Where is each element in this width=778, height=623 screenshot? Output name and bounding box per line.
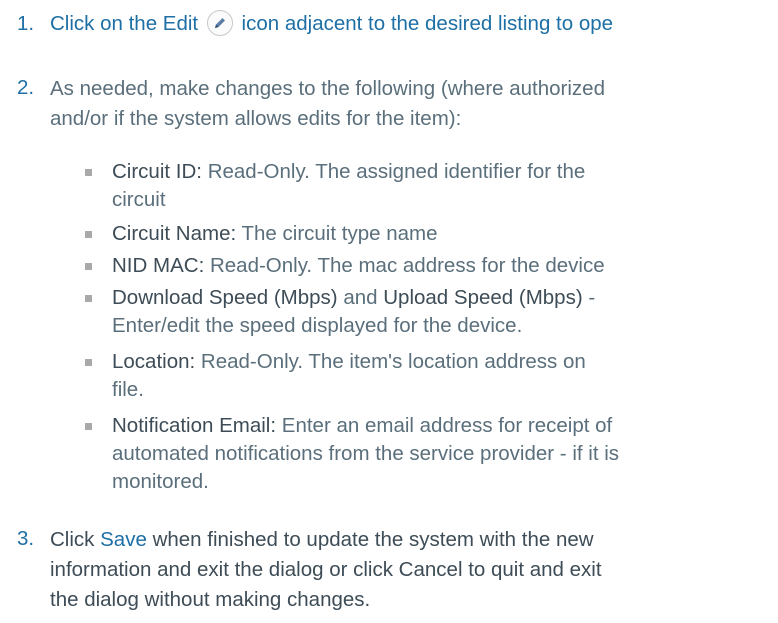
save-link[interactable]: Save (100, 528, 147, 551)
field-desc: Enter/edit the speed displayed for the d… (112, 314, 523, 337)
step-number: 2. (17, 76, 35, 99)
bullet-marker (85, 295, 92, 302)
field-separator: : (189, 350, 196, 373)
bullet-marker (85, 231, 92, 238)
bullet-marker (85, 169, 92, 176)
field-term: Circuit ID (112, 160, 197, 183)
step-text-line: the dialog without making changes. (50, 588, 371, 611)
field-desc: monitored. (112, 470, 209, 493)
step-text-before-icon: Click on the Edit (50, 12, 199, 35)
field-desc: circuit (112, 188, 166, 211)
step-number: 3. (17, 527, 35, 550)
field-description: Circuit Name: The circuit type name (112, 220, 437, 248)
field-term: Notification Email (112, 414, 271, 437)
field-desc: Read-Only. The assigned identifier for t… (207, 160, 586, 183)
field-separator: - (588, 286, 596, 309)
step-text-segment: when finished to update the system with … (152, 528, 594, 551)
step-text-line: and/or if the system allows edits for th… (50, 107, 462, 130)
bullet-marker (85, 423, 92, 430)
field-desc: automated notifications from the service… (112, 442, 620, 465)
step-text-after-icon: icon adjacent to the desired listing to … (241, 12, 614, 35)
field-desc: file. (112, 378, 144, 401)
step-text: Click Save when finished to update the s… (50, 525, 602, 615)
field-separator: : (230, 222, 237, 245)
field-desc: Read-Only. The mac address for the devic… (209, 254, 605, 277)
field-term: Download Speed (Mbps) (112, 286, 338, 309)
step-number: 1. (17, 12, 35, 35)
pencil-icon (206, 10, 233, 36)
field-description: Download Speed (Mbps) and Upload Speed (… (112, 284, 595, 340)
field-separator: : (198, 254, 205, 277)
field-desc: Read-Only. The item's location address o… (200, 350, 586, 373)
field-separator: : (270, 414, 277, 437)
field-desc: Enter an email address for receipt of (281, 414, 613, 437)
field-description: NID MAC: Read-Only. The mac address for … (112, 252, 605, 280)
step-text-segment: Click (50, 528, 95, 551)
field-term: Upload Speed (Mbps) (383, 286, 583, 309)
field-description: Notification Email: Enter an email addre… (112, 412, 619, 496)
field-term: NID MAC (112, 254, 199, 277)
field-term: Location (112, 350, 190, 373)
field-joiner: and (343, 286, 378, 309)
step-text: As needed, make changes to the following… (50, 74, 605, 134)
field-desc: The circuit type name (241, 222, 438, 245)
step-text-line: As needed, make changes to the following… (50, 77, 605, 100)
field-description: Location: Read-Only. The item's location… (112, 348, 586, 404)
field-separator: : (196, 160, 202, 183)
field-description: Circuit ID: Read-Only. The assigned iden… (112, 158, 585, 214)
instructions-page: 1. Click on the Edit icon adjacent to th… (0, 0, 778, 623)
step-text-line: information and exit the dialog or click… (50, 558, 602, 581)
bullet-marker (85, 359, 92, 366)
field-term: Circuit Name (112, 222, 231, 245)
step-text: Click on the Edit icon adjacent to the d… (50, 10, 613, 38)
bullet-marker (85, 263, 92, 270)
